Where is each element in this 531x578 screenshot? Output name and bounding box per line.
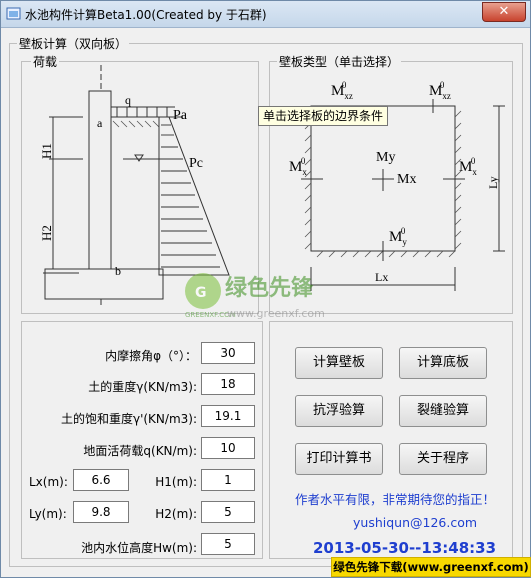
email-text: yushiqun@126.com <box>353 515 478 530</box>
label-pc: Pc <box>189 156 203 171</box>
lx-label: Lx(m): <box>29 475 68 489</box>
svg-text:www.greenxf.com: www.greenxf.com <box>227 307 325 320</box>
hw-label: 池内水位高度Hw(m): <box>81 541 197 555</box>
svg-text:绿色先锋: 绿色先锋 <box>225 275 314 301</box>
crack-check-button[interactable]: 裂缝验算 <box>399 395 487 427</box>
h1-field[interactable]: 1 <box>201 469 255 491</box>
app-icon <box>6 7 21 20</box>
calc-wall-button[interactable]: 计算壁板 <box>295 347 383 379</box>
print-report-button[interactable]: 打印计算书 <box>295 443 383 475</box>
watermark-bar: 绿色先锋下载(www.greenxf.com) <box>331 557 531 577</box>
gamma-field[interactable]: 18 <box>201 373 255 395</box>
label-ly: Ly <box>486 176 500 189</box>
gamma-sat-field[interactable]: 19.1 <box>201 405 255 427</box>
window-title: 水池构件计算Beta1.00(Created by 于石群) <box>25 8 267 22</box>
wall-type-group-title: 壁板类型（单击选择） <box>277 53 402 70</box>
label-mx0-left: Mx0 <box>289 156 307 177</box>
gamma-label: 土的重度γ(KN/m3): <box>88 380 197 394</box>
tooltip: 单击选择板的边界条件 <box>258 106 389 126</box>
label-h2: H2 <box>39 225 54 241</box>
ly-label: Ly(m): <box>29 507 67 521</box>
hw-field[interactable]: 5 <box>201 533 255 555</box>
ly-field[interactable]: 9.8 <box>73 501 129 523</box>
label-b: b <box>115 264 121 278</box>
lx-field[interactable]: 6.6 <box>73 469 129 491</box>
q-label: 地面活荷载q(KN/m): <box>83 444 197 458</box>
q-field[interactable]: 10 <box>201 437 255 459</box>
close-button[interactable]: ✕ <box>482 2 526 22</box>
h2-label: H2(m): <box>155 507 197 521</box>
phi-label: 内摩擦角φ（°）： <box>105 349 197 363</box>
label-a: a <box>97 116 103 130</box>
close-icon: ✕ <box>498 4 510 19</box>
phi-field[interactable]: 30 <box>201 342 255 364</box>
label-pa: Pa <box>173 108 188 123</box>
label-my: My <box>376 150 395 165</box>
wall-calc-group-title: 壁板计算（双向板） <box>17 35 130 52</box>
datetime-text: 2013-05-30--13:48:33 <box>313 539 497 557</box>
label-my0: My0 <box>389 226 407 247</box>
label-mxz0-right: Mxz0 <box>429 80 451 101</box>
gamma-sat-label: 土的饱和重度γ'(KN/m3): <box>60 412 197 426</box>
label-q: q <box>125 93 131 107</box>
author-note: 作者水平有限，非常期待您的指正！ <box>295 492 496 507</box>
watermark-logo: G 绿色先锋 GREENXF.COM www.greenxf.com <box>185 273 325 320</box>
h1-label: H1(m): <box>155 475 197 489</box>
anti-float-button[interactable]: 抗浮验算 <box>295 395 383 427</box>
label-mx0-right: Mx0 <box>459 156 477 177</box>
h2-field[interactable]: 5 <box>201 501 255 523</box>
svg-text:G: G <box>195 285 207 301</box>
about-button[interactable]: 关于程序 <box>399 443 487 475</box>
app-window: 水池构件计算Beta1.00(Created by 于石群) ✕ 壁板计算（双向… <box>0 0 531 578</box>
label-mx: Mx <box>397 172 416 187</box>
label-mxz0-left: Mxz0 <box>331 80 353 101</box>
label-lx: Lx <box>375 270 388 284</box>
title-bar[interactable]: 水池构件计算Beta1.00(Created by 于石群) ✕ <box>1 1 530 28</box>
calc-bottom-button[interactable]: 计算底板 <box>399 347 487 379</box>
label-h1: H1 <box>39 143 54 159</box>
